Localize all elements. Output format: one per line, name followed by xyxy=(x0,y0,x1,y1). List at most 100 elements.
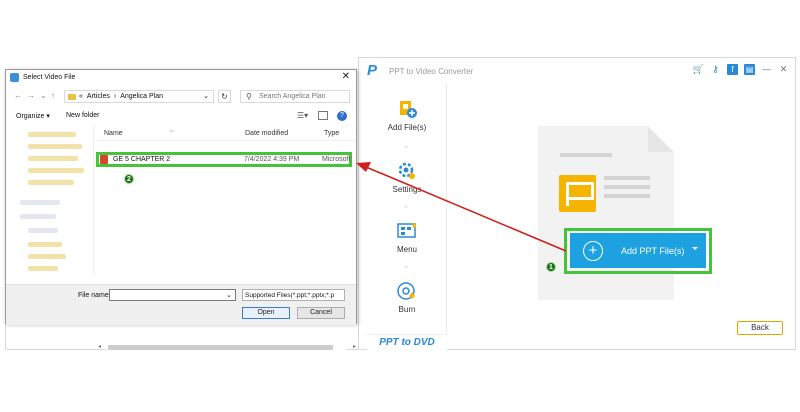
file-date: 7/4/2022 4:39 PM xyxy=(244,156,300,163)
dialog-close-icon[interactable]: ✕ xyxy=(342,71,350,82)
ppt-to-dvd-brand: PPT to DVD xyxy=(367,334,447,350)
chevron-down-icon: ⌄ xyxy=(402,260,410,270)
open-button[interactable]: Open xyxy=(242,307,290,319)
file-type-filter[interactable]: Supported Files(*.ppt;*.pptx;*.p xyxy=(242,289,345,301)
breadcrumb-separator: › xyxy=(113,93,117,100)
file-name-input[interactable]: ⌄ xyxy=(109,289,236,301)
title-bar-icons: 🛒 ⚷ f ▤ — ✕ xyxy=(693,64,789,75)
sidebar-label: Menu xyxy=(396,245,417,254)
caret-down-icon[interactable] xyxy=(692,247,698,250)
sidebar-label: Add File(s) xyxy=(387,123,427,132)
app-sidebar: Add File(s) ⌄ Settings ⌄ Menu ⌄ Burn PPT… xyxy=(367,84,447,350)
add-ppt-files-label: Add PPT File(s) xyxy=(621,245,685,256)
placeholder-line xyxy=(604,185,650,189)
app-title: PPT to Video Converter xyxy=(389,66,474,76)
dialog-title: Select Video File xyxy=(23,73,76,81)
add-ppt-files-button[interactable]: + Add PPT File(s) xyxy=(570,233,706,268)
column-date-modified[interactable]: Date modified xyxy=(245,130,288,137)
file-name-label: File name: xyxy=(78,292,111,299)
new-folder-button[interactable]: New folder xyxy=(66,112,99,119)
app-logo: P xyxy=(367,62,378,79)
sidebar-item-settings[interactable]: Settings xyxy=(367,160,447,194)
recent-dropdown-icon[interactable]: ⌄ xyxy=(40,91,47,100)
file-name: GE 5 CHAPTER 2 xyxy=(113,156,171,163)
file-row[interactable]: GE 5 CHAPTER 2 7/4/2022 4:39 PM Microsof… xyxy=(100,155,352,165)
step-badge-2: 2 xyxy=(124,174,134,184)
placeholder-line xyxy=(604,176,650,180)
column-name[interactable]: Name xyxy=(104,130,123,137)
preview-pane-icon[interactable] xyxy=(318,111,328,120)
navigation-pane xyxy=(6,126,94,274)
search-icon: ⚲ xyxy=(246,92,252,101)
key-icon[interactable]: ⚷ xyxy=(710,64,721,75)
nav-item-blurred[interactable] xyxy=(28,168,84,173)
up-arrow-icon[interactable]: ↑ xyxy=(51,91,55,100)
ppt-logo-icon xyxy=(559,175,596,212)
sidebar-label: Burn xyxy=(398,305,416,314)
nav-item-blurred[interactable] xyxy=(20,200,60,205)
dialog-title-bar: Select Video File ✕ xyxy=(6,70,356,84)
placeholder-line xyxy=(604,194,650,198)
nav-item-blurred[interactable] xyxy=(28,228,58,233)
horizontal-scrollbar[interactable]: ◂ ▸ xyxy=(98,343,356,351)
step-badge-1: 1 xyxy=(546,262,556,272)
back-arrow-icon[interactable]: ← xyxy=(14,91,22,100)
breadcrumb-prefix: « xyxy=(79,93,83,100)
column-type[interactable]: Type xyxy=(324,130,339,137)
chevron-down-icon[interactable]: ⌄ xyxy=(203,92,209,100)
screenshot: P PPT to Video Converter 🛒 ⚷ f ▤ — ✕ Add… xyxy=(0,0,800,412)
close-icon[interactable]: ✕ xyxy=(778,64,789,75)
view-options-icon[interactable]: ☰▾ xyxy=(297,111,308,120)
nav-item-blurred[interactable] xyxy=(28,144,82,149)
scroll-right-icon[interactable]: ▸ xyxy=(353,343,356,350)
forward-arrow-icon[interactable]: → xyxy=(27,91,35,100)
sidebar-item-burn[interactable]: Burn xyxy=(367,280,447,314)
nav-item-blurred[interactable] xyxy=(28,254,66,259)
nav-item-blurred[interactable] xyxy=(28,266,58,271)
breadcrumb-angelica-plan[interactable]: Angelica Plan xyxy=(120,93,163,100)
sidebar-item-menu[interactable]: Menu xyxy=(367,220,447,254)
powerpoint-file-icon xyxy=(100,155,108,164)
address-bar-row: ← → ⌄ ↑ « Articles › Angelica Plan ⌄ ↻ S… xyxy=(6,88,356,104)
plus-icon: + xyxy=(583,240,603,261)
nav-item-blurred[interactable] xyxy=(28,242,62,247)
page-fold xyxy=(648,126,674,152)
burn-disc-icon xyxy=(396,280,418,302)
nav-item-blurred[interactable] xyxy=(20,214,56,219)
breadcrumb-articles[interactable]: Articles xyxy=(87,93,110,100)
scroll-left-icon[interactable]: ◂ xyxy=(98,343,101,350)
dialog-toolbar: Organize ▾ New folder ☰▾ ? xyxy=(6,110,356,124)
cart-icon[interactable]: 🛒 xyxy=(693,64,704,75)
help-icon[interactable]: ? xyxy=(337,111,347,121)
sort-ascending-icon: ^ xyxy=(170,130,173,136)
select-file-dialog: Select Video File ✕ ← → ⌄ ↑ « Articles ›… xyxy=(5,69,357,350)
dialog-app-icon xyxy=(10,72,19,82)
menu-icon xyxy=(396,220,418,242)
nav-item-blurred[interactable] xyxy=(28,156,78,161)
search-input[interactable]: Search Angelica Plan ⚲ xyxy=(240,90,350,103)
chevron-down-icon: ⌄ xyxy=(402,200,410,210)
back-button[interactable]: Back xyxy=(737,321,783,335)
feedback-icon[interactable]: ▤ xyxy=(744,64,755,75)
file-type: Microsoft xyxy=(322,156,351,163)
sidebar-item-add-files[interactable]: Add File(s) xyxy=(367,98,447,132)
refresh-icon[interactable]: ↻ xyxy=(218,90,231,103)
cancel-button[interactable]: Cancel xyxy=(297,307,345,319)
minimize-icon[interactable]: — xyxy=(761,64,772,75)
column-headers: Name ^ Date modified Type xyxy=(98,127,356,141)
nav-item-blurred[interactable] xyxy=(28,132,76,137)
scroll-thumb[interactable] xyxy=(108,345,333,350)
organize-button[interactable]: Organize ▾ xyxy=(16,112,50,120)
facebook-icon[interactable]: f xyxy=(727,64,738,75)
chevron-down-icon[interactable]: ⌄ xyxy=(226,291,232,299)
nav-item-blurred[interactable] xyxy=(28,180,74,185)
dialog-footer: File name: ⌄ Supported Files(*.ppt;*.ppt… xyxy=(6,284,356,325)
placeholder-line xyxy=(560,153,612,157)
breadcrumb[interactable]: « Articles › Angelica Plan ⌄ xyxy=(64,90,214,103)
sidebar-label: Settings xyxy=(392,185,422,194)
add-file-icon xyxy=(396,98,418,120)
app-title-bar: P PPT to Video Converter 🛒 ⚷ f ▤ — ✕ xyxy=(359,58,795,84)
settings-icon xyxy=(396,160,418,182)
folder-icon xyxy=(68,93,76,100)
chevron-down-icon: ⌄ xyxy=(402,140,410,150)
